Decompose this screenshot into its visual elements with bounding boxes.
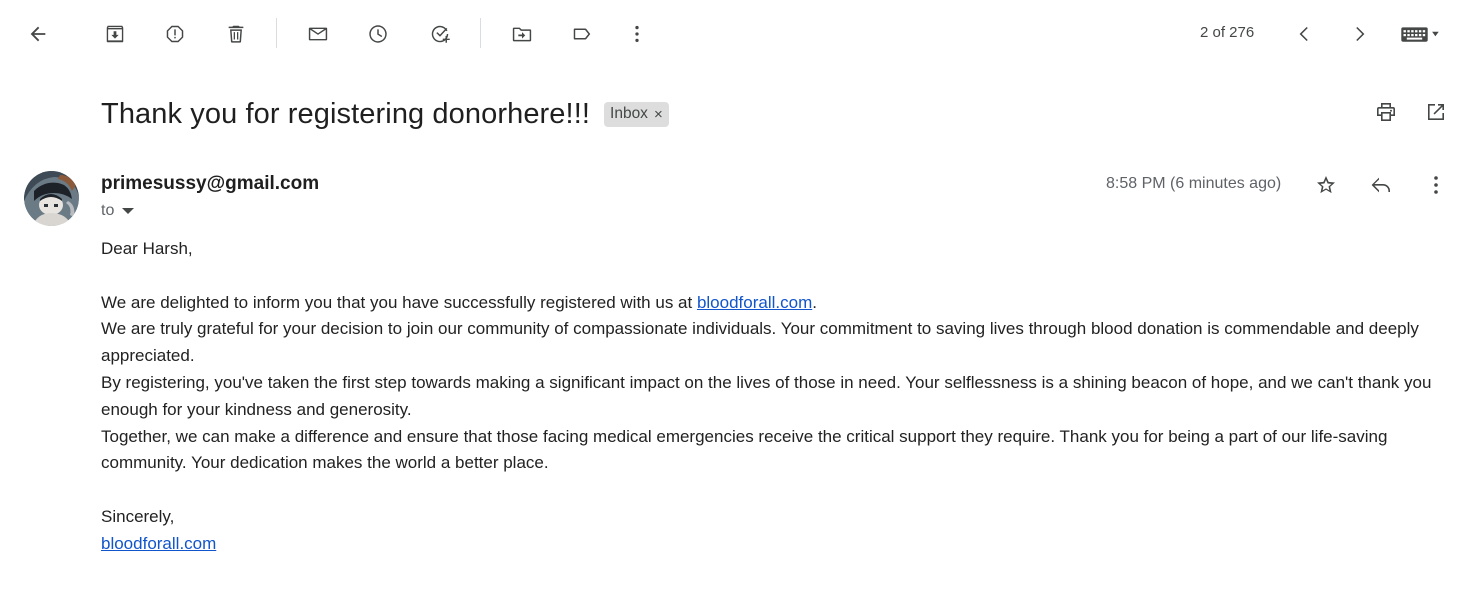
email-timestamp: 8:58 PM (6 minutes ago) [1106, 175, 1282, 192]
inbox-label-chip[interactable]: Inbox × [604, 101, 669, 127]
caret-down-icon [122, 208, 135, 214]
label-icon[interactable] [562, 14, 602, 54]
remove-label-button[interactable]: × [654, 106, 663, 123]
bloodforall-link[interactable]: bloodforall.com [697, 293, 812, 312]
paragraph-1-text: We are delighted to inform you that you … [101, 292, 697, 312]
recipients-toggle[interactable]: to [101, 202, 135, 220]
message-more-vert-icon[interactable] [1416, 165, 1456, 205]
mark-unread-icon[interactable] [298, 14, 338, 54]
greeting: Dear Harsh, [101, 239, 193, 258]
paragraph-4: Together, we can make a difference and e… [101, 426, 1388, 473]
closing: Sincerely, [101, 506, 175, 526]
label-chip-text: Inbox [610, 105, 648, 122]
paragraph-3: By registering, you've taken the first s… [101, 372, 1432, 419]
toolbar-divider [480, 18, 481, 48]
more-vert-icon[interactable] [617, 14, 657, 54]
pager-count: 2 of 276 [1200, 24, 1255, 41]
chevron-left-icon[interactable] [1285, 14, 1325, 54]
add-to-tasks-icon[interactable] [420, 14, 460, 54]
reply-icon[interactable] [1361, 165, 1401, 205]
toolbar-divider [276, 18, 277, 48]
print-icon[interactable] [1366, 92, 1406, 132]
sender-email[interactable]: primesussy@gmail.com [101, 173, 319, 195]
subject-row: Thank you for registering donorhere!!! I… [101, 94, 669, 134]
paragraph-1-suffix: . [812, 292, 817, 312]
report-spam-icon[interactable] [155, 14, 195, 54]
paragraph-2: We are truly grateful for your decision … [101, 319, 1419, 366]
open-new-window-icon[interactable] [1416, 92, 1456, 132]
message-toolbar: 2 of 276 [0, 0, 1470, 68]
sender-avatar[interactable] [24, 171, 79, 226]
signature: bloodforall.com [101, 531, 1441, 558]
chevron-right-icon[interactable] [1339, 14, 1379, 54]
to-label: to [101, 202, 115, 219]
email-body: Dear Harsh, We are delighted to inform y… [101, 236, 1441, 558]
snooze-icon[interactable] [358, 14, 398, 54]
move-to-icon[interactable] [502, 14, 542, 54]
signature-link[interactable]: bloodforall.com [101, 534, 216, 553]
back-arrow-icon[interactable] [18, 14, 58, 54]
star-icon[interactable] [1306, 165, 1346, 205]
archive-icon[interactable] [95, 14, 135, 54]
email-subject: Thank you for registering donorhere!!! [101, 97, 591, 130]
paragraph-1: We are delighted to inform you that you … [101, 290, 1441, 317]
keyboard-icon[interactable] [1394, 14, 1446, 54]
delete-icon[interactable] [216, 14, 256, 54]
